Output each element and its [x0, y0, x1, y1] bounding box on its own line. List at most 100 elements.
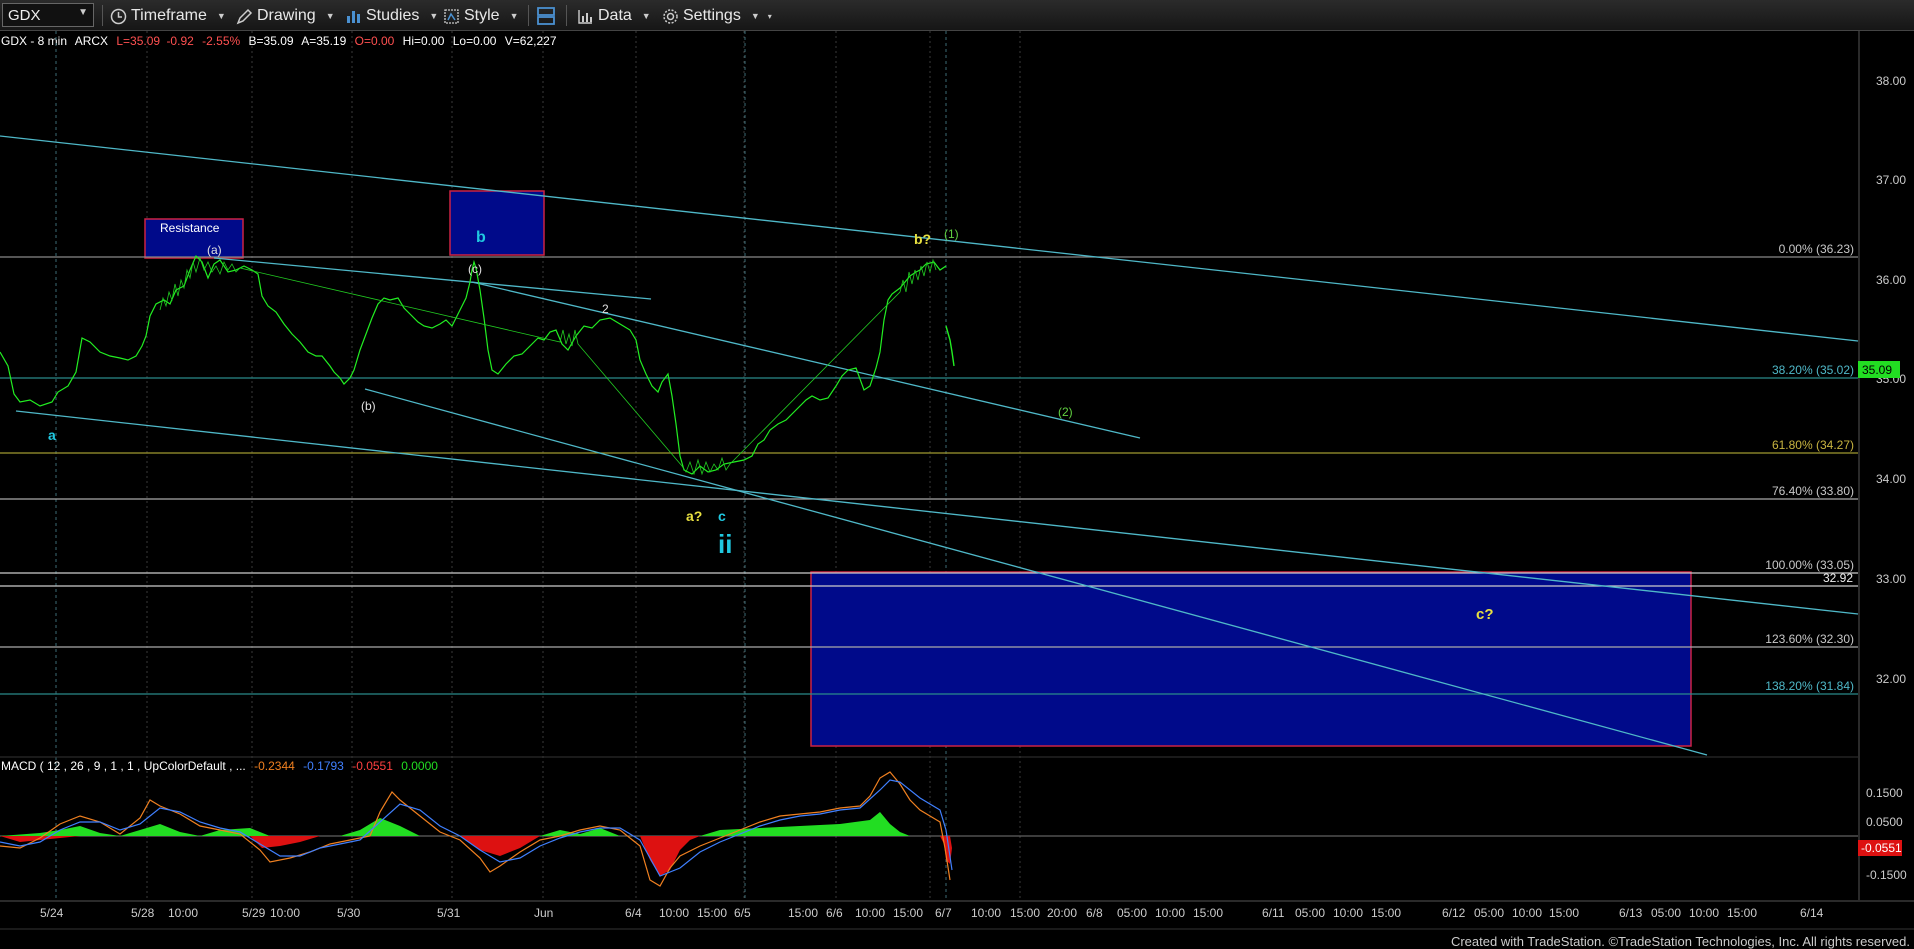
time-label: 6/12	[1442, 906, 1466, 920]
wave-a-question-label: a?	[686, 508, 702, 524]
wave-a-paren-label: (a)	[207, 243, 222, 257]
chevron-down-icon: ▼	[641, 11, 651, 21]
wave-a-label: a	[48, 427, 56, 443]
footer-copyright: Created with TradeStation. ©TradeStation…	[1450, 934, 1910, 949]
time-label: 6/13	[1619, 906, 1643, 920]
symbol-dropdown-icon[interactable]: ▼	[78, 7, 88, 18]
time-label: 5/28	[131, 906, 155, 920]
drawing-menu[interactable]: Drawing ▼	[236, 4, 335, 28]
time-label: 10:00	[659, 906, 689, 920]
settings-label: Settings	[683, 7, 741, 24]
wave-2-label: 2	[602, 302, 609, 316]
toolbar-divider	[102, 5, 103, 26]
time-label: 05:00	[1295, 906, 1325, 920]
layout-button[interactable]	[536, 4, 556, 28]
fib-label-1382: 138.20% (31.84)	[1765, 679, 1854, 693]
fib-label-618: 61.80% (34.27)	[1772, 438, 1854, 452]
time-axis: 5/24 5/28 10:00 5/29 10:00 5/30 5/31 Jun…	[40, 906, 1824, 920]
macd-header: MACD ( 12 , 26 , 9 , 1 , 1 , UpColorDefa…	[1, 759, 443, 773]
toolbar-divider	[566, 5, 567, 26]
data-chart-icon	[577, 8, 594, 25]
macd-diff-value: -0.0551	[352, 759, 393, 773]
time-label: 5/29	[242, 906, 266, 920]
wave-b-paren-label: (b)	[361, 399, 376, 413]
time-label: 15:00	[1371, 906, 1401, 920]
wave-c-question-label: c?	[1476, 606, 1494, 623]
time-label: 05:00	[1117, 906, 1147, 920]
time-label: 5/30	[337, 906, 361, 920]
time-label: 10:00	[971, 906, 1001, 920]
time-label: 20:00	[1047, 906, 1077, 920]
time-label: 10:00	[1689, 906, 1719, 920]
wave-2-paren-label: (2)	[1058, 405, 1073, 419]
timeframe-menu[interactable]: Timeframe ▼	[110, 4, 226, 28]
fib-label-382: 38.20% (35.02)	[1772, 363, 1854, 377]
data-label: Data	[598, 7, 632, 24]
time-label: 10:00	[1512, 906, 1542, 920]
style-menu[interactable]: Style ▼	[443, 4, 519, 28]
time-label: 15:00	[1010, 906, 1040, 920]
time-label: 05:00	[1474, 906, 1504, 920]
time-label: 05:00	[1651, 906, 1681, 920]
time-label: 15:00	[893, 906, 923, 920]
price-tick-32: 32.00	[1876, 672, 1906, 686]
time-label: 6/6	[826, 906, 843, 920]
data-menu[interactable]: Data ▼	[577, 4, 651, 28]
wave-c-label: c	[718, 508, 726, 524]
time-label: 10:00	[1155, 906, 1185, 920]
style-label: Style	[464, 7, 500, 24]
price-axis: 38.00 37.00 36.00 35.00 34.00 33.00 32.0…	[1823, 74, 1906, 686]
toolbar: GDX ▼ Timeframe ▼ Drawing ▼ Studies ▼ St…	[0, 0, 1914, 31]
time-label: 15:00	[1549, 906, 1579, 920]
macd-axis: 0.1500 0.0500 -0.1500	[1866, 786, 1907, 882]
macd-tick-neg015: -0.1500	[1866, 868, 1907, 882]
studies-icon	[345, 8, 362, 25]
macd-tick-005: 0.0500	[1866, 815, 1903, 829]
price-chart[interactable]: Resistance b a (a) (b) (c) 2 a? c ii b? …	[0, 31, 1914, 949]
fib-label-0: 0.00% (36.23)	[1779, 242, 1854, 256]
time-label: 6/7	[935, 906, 952, 920]
time-label: 15:00	[788, 906, 818, 920]
b-wave-box[interactable]	[449, 190, 545, 256]
time-label: 15:00	[697, 906, 727, 920]
line-label-3292: 32.92	[1823, 571, 1853, 585]
time-label: 15:00	[1727, 906, 1757, 920]
settings-menu[interactable]: Settings ▼ ▾	[662, 4, 772, 28]
symbol-input[interactable]: GDX ▼	[2, 3, 94, 27]
fib-label-100: 100.00% (33.05)	[1765, 558, 1854, 572]
macd-title: MACD ( 12 , 26 , 9 , 1 , 1 , UpColorDefa…	[1, 759, 246, 773]
price-line-tail	[945, 325, 955, 367]
macd-current-text: -0.0551	[1861, 841, 1902, 855]
drawing-label: Drawing	[257, 7, 316, 24]
time-label: 10:00	[1333, 906, 1363, 920]
price-tick-37: 37.00	[1876, 173, 1906, 187]
time-label: 6/5	[734, 906, 751, 920]
chevron-down-icon: ▼	[750, 11, 760, 21]
price-tick-33: 33.00	[1876, 572, 1906, 586]
style-icon	[443, 8, 460, 25]
chevron-down-icon: ▼	[429, 11, 439, 21]
macd-zero-value: 0.0000	[401, 759, 438, 773]
chevron-down-icon: ▼	[509, 11, 519, 21]
studies-menu[interactable]: Studies ▼	[345, 4, 438, 28]
wave-ii-label: ii	[718, 529, 732, 559]
time-label: 10:00	[855, 906, 885, 920]
pencil-icon	[236, 8, 253, 25]
time-label: 6/11	[1262, 906, 1285, 920]
layout-icon	[536, 6, 556, 26]
symbol-text: GDX	[8, 7, 41, 24]
price-tick-38: 38.00	[1876, 74, 1906, 88]
wave-b-box-label: b	[476, 229, 486, 246]
time-label: 6/14	[1800, 906, 1824, 920]
macd-value: -0.2344	[254, 759, 295, 773]
price-line	[0, 254, 947, 475]
target-zone-box[interactable]	[810, 571, 1692, 747]
fib-label-764: 76.40% (33.80)	[1772, 484, 1854, 498]
studies-label: Studies	[366, 7, 420, 24]
macd-tick-015: 0.1500	[1866, 786, 1903, 800]
current-price-text: 35.09	[1862, 363, 1892, 377]
chevron-down-icon: ▼	[216, 11, 226, 21]
price-tick-34: 34.00	[1876, 472, 1906, 486]
resistance-label: Resistance	[160, 221, 220, 235]
price-tick-36: 36.00	[1876, 273, 1906, 287]
